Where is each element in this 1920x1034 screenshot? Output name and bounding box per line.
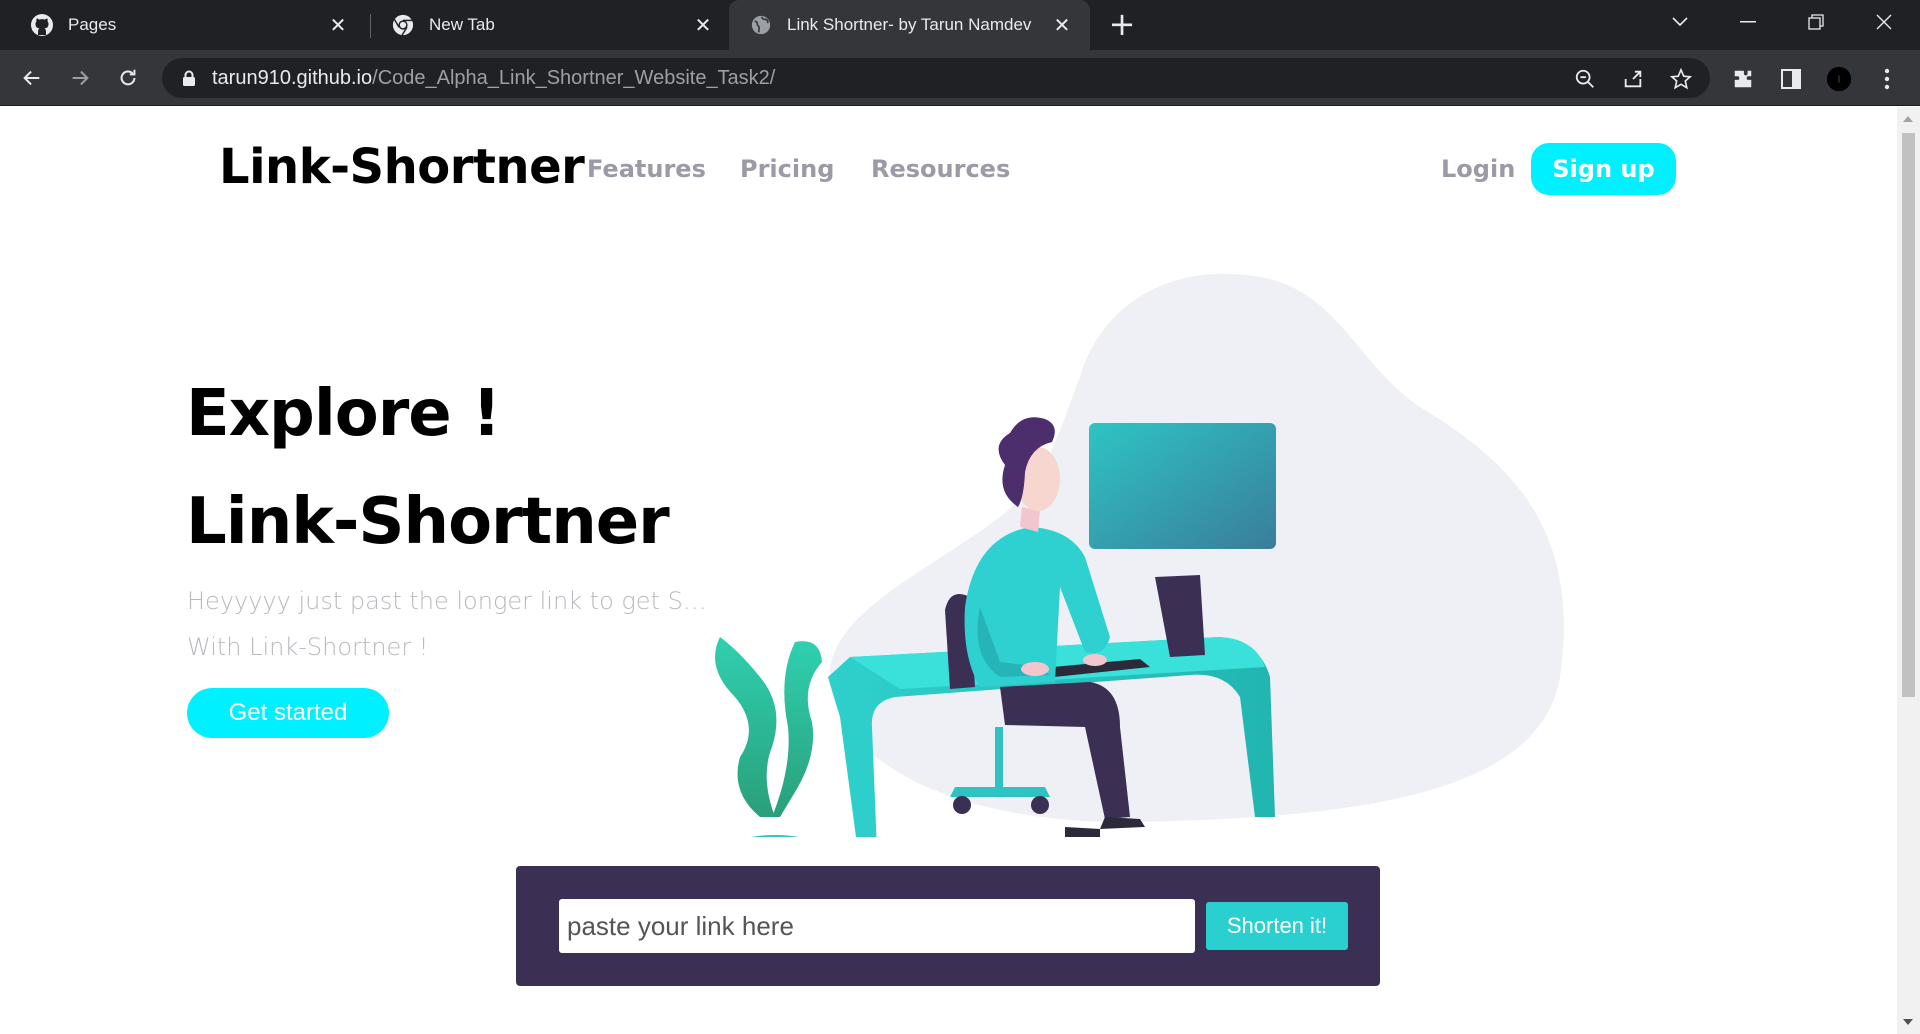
hero-illustration <box>715 273 1564 837</box>
tab-link-shortner[interactable]: Link Shortner- by Tarun Namdev ✕ <box>729 0 1090 50</box>
link-input[interactable] <box>559 899 1195 953</box>
lock-icon[interactable] <box>182 70 196 91</box>
tab-pages[interactable]: Pages ✕ <box>0 0 366 50</box>
get-started-button[interactable]: Get started <box>187 688 389 738</box>
extensions-puzzle-icon[interactable] <box>1730 66 1756 92</box>
plant-leaf <box>772 641 822 817</box>
brand-logo-text[interactable]: Link-Shortner <box>219 139 585 195</box>
chair-wheel <box>953 796 971 814</box>
signup-button[interactable]: Sign up <box>1531 143 1676 195</box>
login-link[interactable]: Login <box>1441 155 1515 183</box>
restore-icon[interactable] <box>1788 0 1844 44</box>
minimize-icon[interactable] <box>1720 0 1776 44</box>
tab-title: Link Shortner- by Tarun Namdev <box>787 15 1032 34</box>
shorten-button[interactable]: Shorten it! <box>1206 902 1348 950</box>
tab-new-tab[interactable]: New Tab ✕ <box>361 0 731 50</box>
plant-pot-rim <box>751 835 799 837</box>
back-icon[interactable] <box>16 62 48 94</box>
share-icon[interactable] <box>1622 68 1644 90</box>
url-text: tarun910.github.io/Code_Alpha_Link_Short… <box>212 67 775 90</box>
new-tab-button[interactable]: + <box>1106 8 1138 41</box>
browser-toolbar: tarun910.github.io/Code_Alpha_Link_Short… <box>0 50 1920 106</box>
nav-pricing[interactable]: Pricing <box>740 155 834 183</box>
chrome-icon <box>391 13 415 37</box>
chair-post <box>995 727 1003 787</box>
monitor-screen <box>1089 423 1276 549</box>
person-shoe <box>1065 827 1100 837</box>
nav-resources[interactable]: Resources <box>871 155 1010 183</box>
address-bar[interactable]: tarun910.github.io/Code_Alpha_Link_Short… <box>162 58 1710 98</box>
close-window-icon[interactable] <box>1856 0 1912 44</box>
plant-leaf <box>715 637 777 817</box>
zoom-icon[interactable] <box>1574 68 1596 90</box>
forward-icon[interactable] <box>64 62 96 94</box>
tab-search-chevron-icon[interactable] <box>1652 0 1708 44</box>
close-tab-icon[interactable]: ✕ <box>326 13 350 37</box>
hero-title-line2: Link-Shortner <box>186 485 670 559</box>
url-path: /Code_Alpha_Link_Shortner_Website_Task2/ <box>372 67 776 89</box>
chair-base <box>950 787 1050 797</box>
chair-wheel <box>1031 796 1049 814</box>
hero-title-line1: Explore ! <box>186 377 501 451</box>
side-panel-icon[interactable] <box>1778 66 1804 92</box>
tab-title: Pages <box>68 15 117 34</box>
profile-avatar-icon[interactable] <box>1826 66 1852 92</box>
shortener-panel: Shorten it! <box>516 866 1380 986</box>
hero-subtitle-line1: Heyyyyy just past the longer link to get… <box>187 587 722 615</box>
close-tab-icon[interactable]: ✕ <box>691 13 715 37</box>
hero-subtitle-line2: With Link-Shortner ! <box>187 633 429 661</box>
github-icon <box>30 13 54 37</box>
close-tab-icon[interactable]: ✕ <box>1050 13 1074 37</box>
page-scrollbar[interactable] <box>1897 107 1920 1034</box>
person-hand <box>1083 654 1107 666</box>
scroll-down-arrow-icon[interactable] <box>1903 1019 1913 1025</box>
bookmark-star-icon[interactable] <box>1669 67 1693 90</box>
menu-kebab-icon[interactable] <box>1874 66 1900 92</box>
web-page: Link-Shortner Features Pricing Resources… <box>0 107 1897 1034</box>
scroll-up-arrow-icon[interactable] <box>1903 116 1913 122</box>
tab-title: New Tab <box>429 15 495 34</box>
nav-features[interactable]: Features <box>587 155 706 183</box>
browser-tab-strip: Pages ✕ New Tab ✕ Link Shortner- by Taru… <box>0 0 1920 50</box>
globe-icon <box>749 13 773 37</box>
person-hand <box>1021 662 1049 676</box>
reload-icon[interactable] <box>112 62 144 94</box>
scroll-thumb[interactable] <box>1902 133 1915 697</box>
url-host: tarun910.github.io <box>212 67 373 89</box>
